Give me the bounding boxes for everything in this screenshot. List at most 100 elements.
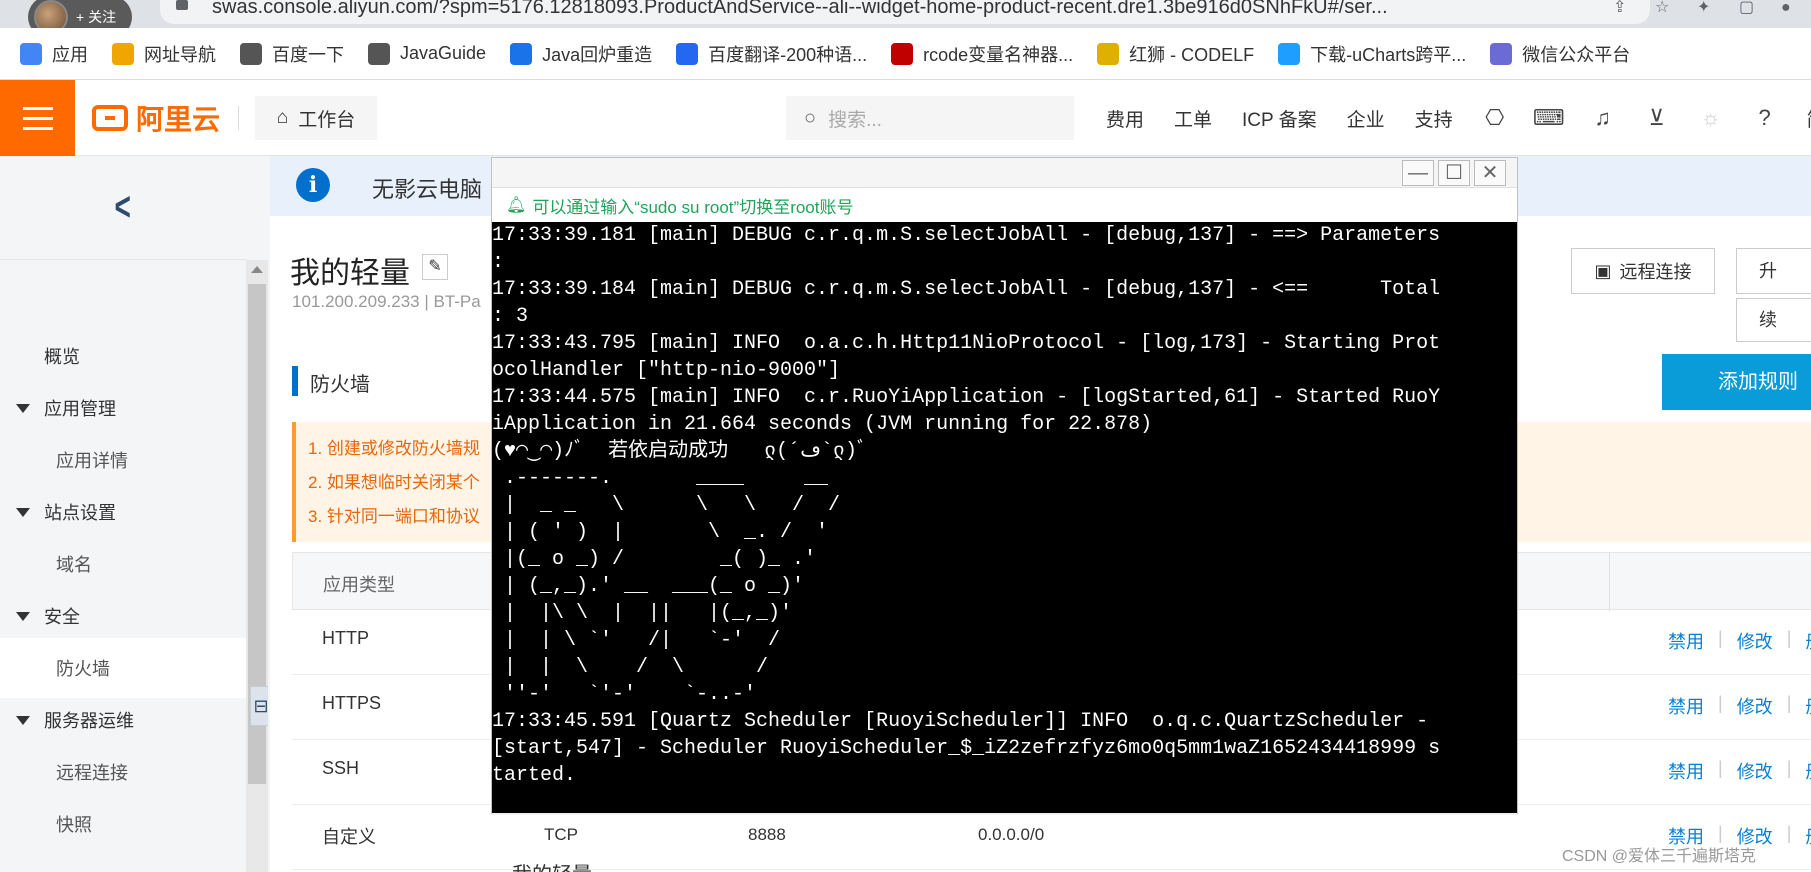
address-bar[interactable]: swas.console.aliyun.com/?spm=5176.128180… bbox=[160, 0, 1650, 24]
scroll-up-arrow-icon[interactable] bbox=[251, 266, 263, 273]
delete-link[interactable]: 册 bbox=[1805, 693, 1811, 719]
sidebar-item[interactable]: 快照 bbox=[0, 794, 246, 854]
profile-icon[interactable]: ● bbox=[1781, 0, 1801, 16]
terminal-icon[interactable]: ⌨ bbox=[1533, 105, 1565, 130]
nav-icp[interactable]: ICP 备案 bbox=[1242, 105, 1317, 132]
terminal-tip-text: 可以通过输入“sudo su root”切换至root账号 bbox=[532, 197, 854, 217]
watermark: CSDN @爱体三千遍斯塔克 bbox=[1562, 848, 1757, 865]
sidebar-icon[interactable]: ▢ bbox=[1739, 0, 1759, 16]
workbench-button[interactable]: ⌂ 工作台 bbox=[255, 96, 377, 140]
bookmark-item[interactable]: JavaGuide bbox=[368, 42, 487, 65]
nav-fee[interactable]: 费用 bbox=[1106, 105, 1144, 132]
sidebar-item[interactable]: 站点设置 bbox=[0, 482, 246, 542]
notice-line: 2. 如果想临时关闭某个 bbox=[308, 473, 480, 492]
page-title: 我的轻量 bbox=[290, 257, 410, 290]
screen: swas.console.aliyun.com/?spm=5176.128180… bbox=[0, 0, 1811, 872]
upgrade-button[interactable]: 升 bbox=[1736, 248, 1811, 294]
home-icon: ⌂ bbox=[276, 107, 289, 128]
edit-icon[interactable]: ✎ bbox=[422, 254, 448, 280]
sidebar-item[interactable]: 安全 bbox=[0, 586, 246, 646]
bookmark-item[interactable]: 应用 bbox=[20, 41, 88, 67]
close-icon[interactable]: ✕ bbox=[1474, 160, 1506, 186]
bookmark-item[interactable]: 百度翻译-200种语... bbox=[676, 41, 867, 67]
bookmark-item[interactable]: 百度一下 bbox=[240, 41, 344, 67]
cart-icon[interactable]: ⊻ bbox=[1645, 105, 1669, 130]
cell-app-type: HTTPS bbox=[322, 693, 382, 713]
help-icon[interactable]: ? bbox=[1753, 105, 1777, 130]
nav-language[interactable]: 简 bbox=[1807, 105, 1811, 132]
disable-link[interactable]: 禁用 bbox=[1668, 758, 1704, 784]
delete-link[interactable]: 册 bbox=[1805, 823, 1811, 849]
cell-app-type: SSH bbox=[322, 758, 360, 778]
modify-link[interactable]: 修改 bbox=[1737, 758, 1773, 784]
aliyun-logo[interactable]: 阿里云 bbox=[92, 100, 220, 136]
bell-icon[interactable]: ♫ bbox=[1591, 105, 1615, 130]
nav-enterprise[interactable]: 企业 bbox=[1347, 105, 1385, 132]
delete-link[interactable]: 册 bbox=[1805, 628, 1811, 654]
bookmark-item[interactable]: 红狮 - CODELF bbox=[1097, 41, 1254, 67]
renew-button[interactable]: 续 bbox=[1736, 298, 1811, 342]
back-button[interactable]: < bbox=[0, 156, 246, 260]
disable-link[interactable]: 禁用 bbox=[1668, 693, 1704, 719]
terminal-titlebar[interactable]: — ☐ ✕ bbox=[492, 158, 1517, 188]
terminal-line: 17:33:39.184 [main] DEBUG c.r.q.m.S.sele… bbox=[492, 278, 1441, 301]
disable-link[interactable]: 禁用 bbox=[1668, 628, 1704, 654]
bookmarks-bar: 应用 网址导航 百度一下 JavaGuide Java回炉重造 百度翻译-200种语...… bbox=[0, 28, 1811, 80]
bulb-icon[interactable]: ☼ bbox=[1699, 105, 1723, 130]
sidebar-item-label: 防火墙 bbox=[56, 659, 110, 679]
remote-connect-button[interactable]: ▣ 远程连接 bbox=[1571, 248, 1715, 294]
cell-source: 0.0.0.0/0 bbox=[978, 825, 1045, 844]
bell-icon: 🔔︎ bbox=[506, 197, 527, 214]
extensions-icon[interactable]: ✦ bbox=[1697, 0, 1717, 16]
op-separator: | bbox=[1786, 758, 1792, 778]
op-separator: | bbox=[1718, 628, 1723, 648]
terminal-tip: 🔔︎ 可以通过输入“sudo su root”切换至root账号 bbox=[492, 188, 1517, 222]
bookmark-label: JavaGuide bbox=[400, 43, 487, 63]
delete-link[interactable]: 册 bbox=[1805, 758, 1811, 784]
bookmark-item[interactable]: Java回炉重造 bbox=[510, 41, 652, 67]
sidebar-item[interactable]: 应用管理 bbox=[0, 378, 246, 438]
bookmark-label: 微信公众平台 bbox=[1522, 44, 1631, 65]
caret-down-icon bbox=[16, 716, 30, 725]
terminal-line: | ( ' ) | \ _. / ' bbox=[492, 521, 829, 544]
bookmark-label: 下载-uCharts跨平... bbox=[1310, 44, 1467, 65]
sidebar-item[interactable]: 域名 bbox=[0, 534, 246, 594]
cell-protocol: TCP bbox=[544, 825, 578, 844]
sidebar-item[interactable]: 远程连接 bbox=[0, 742, 246, 802]
search-input[interactable]: ○ 搜索... bbox=[786, 96, 1074, 140]
api-icon[interactable]: ⎔ bbox=[1483, 105, 1507, 130]
bookmark-label: 应用 bbox=[52, 44, 88, 65]
modify-link[interactable]: 修改 bbox=[1737, 628, 1773, 654]
sidebar-item[interactable]: 服务器运维 bbox=[0, 690, 246, 750]
notice-line: 3. 针对同一端口和协议 bbox=[308, 507, 480, 526]
bookmark-label: 网址导航 bbox=[144, 44, 216, 65]
codelf-icon bbox=[1097, 42, 1120, 65]
sidebar-item[interactable]: 防火墙 bbox=[0, 638, 246, 698]
add-rule-button[interactable]: 添加规则 bbox=[1662, 354, 1811, 410]
maximize-icon[interactable]: ☐ bbox=[1438, 160, 1470, 186]
sidebar-item-label: 域名 bbox=[56, 555, 92, 575]
nav-support[interactable]: 支持 bbox=[1415, 105, 1453, 132]
caret-down-icon bbox=[16, 508, 30, 517]
terminal-line: | |\ \ | || |(_,_)' bbox=[492, 602, 793, 625]
modify-link[interactable]: 修改 bbox=[1737, 693, 1773, 719]
menu-button[interactable] bbox=[0, 80, 75, 156]
terminal-line: 17:33:44.575 [main] INFO c.r.RuoYiApplic… bbox=[492, 386, 1441, 409]
sidebar-item-label: 远程连接 bbox=[56, 763, 128, 783]
sidebar-item[interactable]: 概览 bbox=[0, 326, 246, 386]
bookmark-item[interactable]: 微信公众平台 bbox=[1490, 41, 1630, 67]
terminal-screen[interactable]: 17:33:39.181 [main] DEBUG c.r.q.m.S.sele… bbox=[492, 222, 1517, 813]
info-icon: i bbox=[296, 168, 330, 202]
terminal-line: ocolHandler ["http-nio-9000"] bbox=[492, 359, 841, 382]
sidebar-item[interactable]: 应用详情 bbox=[0, 430, 246, 490]
star-icon[interactable]: ☆ bbox=[1655, 0, 1675, 16]
sidebar-item-label: 概览 bbox=[44, 347, 80, 367]
terminal-window[interactable]: — ☐ ✕ 🔔︎ 可以通过输入“sudo su root”切换至root账号 1… bbox=[491, 157, 1518, 815]
bookmark-item[interactable]: rcode变量名神器... bbox=[891, 41, 1073, 67]
bookmark-item[interactable]: 下载-uCharts跨平... bbox=[1278, 41, 1466, 67]
doc-icon bbox=[510, 42, 533, 65]
share-icon[interactable]: ⇪ bbox=[1613, 0, 1633, 16]
minimize-icon[interactable]: — bbox=[1402, 160, 1434, 186]
nav-ticket[interactable]: 工单 bbox=[1174, 105, 1212, 132]
bookmark-item[interactable]: 网址导航 bbox=[112, 41, 216, 67]
